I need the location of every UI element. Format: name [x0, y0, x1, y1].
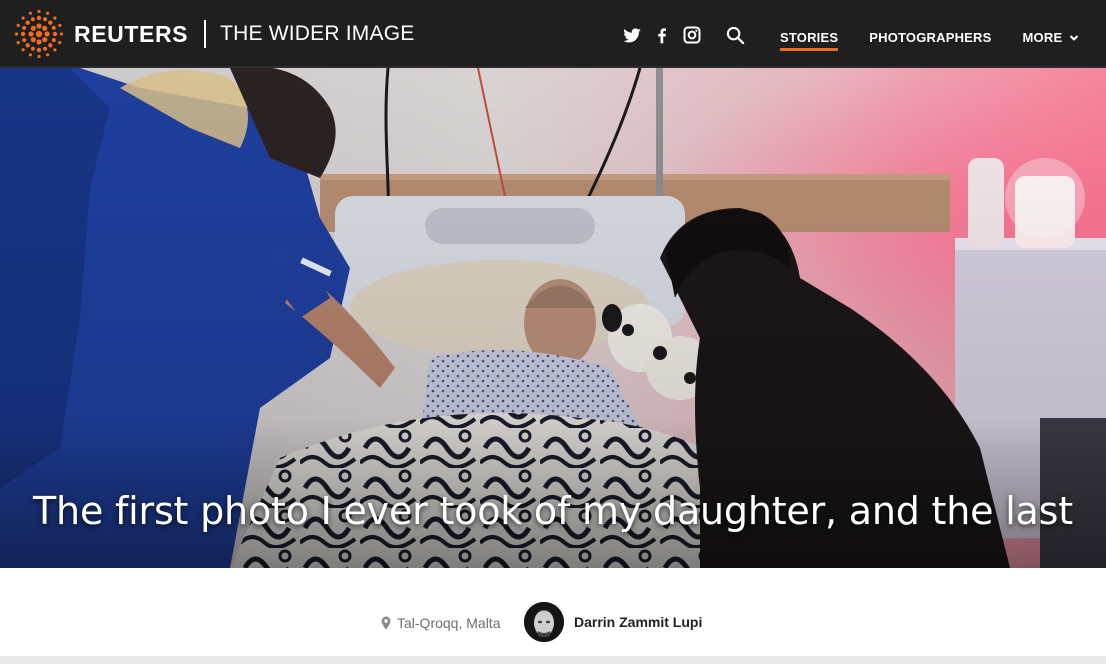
story-title: The first photo I ever took of my daught…	[33, 489, 1073, 533]
story-location: Tal-Qroqq, Malta	[381, 615, 500, 631]
social-links	[622, 25, 702, 45]
author-link[interactable]: Darrin Zammit Lupi	[524, 602, 702, 642]
story-location-label: Tal-Qroqq, Malta	[397, 615, 501, 631]
brand-name: REUTERS	[74, 20, 189, 47]
story-byline: Tal-Qroqq, Malta Darrin Zammit Lupi	[0, 568, 1106, 656]
brand-home-link[interactable]: REUTERS THE WIDER IMAGE	[14, 9, 415, 59]
nav-more[interactable]: MORE	[1023, 30, 1080, 45]
nav-more-label: MORE	[1022, 30, 1063, 45]
search-icon[interactable]	[726, 26, 745, 45]
instagram-icon[interactable]	[682, 25, 702, 45]
chevron-down-icon	[1070, 34, 1079, 41]
facebook-icon[interactable]	[652, 25, 672, 45]
nav-photographers[interactable]: PHOTOGRAPHERS	[869, 30, 991, 45]
nav-stories[interactable]: STORIES	[780, 30, 839, 51]
twitter-icon[interactable]	[622, 25, 642, 45]
author-name: Darrin Zammit Lupi	[574, 614, 703, 630]
top-navigation-bar: REUTERS THE WIDER IMAGE STORIES PHOTOGRA…	[0, 0, 1106, 68]
main-nav: STORIES PHOTOGRAPHERS MORE	[780, 30, 1080, 51]
location-pin-icon	[381, 616, 391, 630]
hero-photo: The first photo I ever took of my daught…	[0, 68, 1106, 568]
author-avatar	[524, 602, 564, 642]
page-bottom-strip	[0, 656, 1106, 664]
reuters-logo-icon	[14, 9, 64, 59]
brand-divider	[204, 20, 207, 48]
section-title: THE WIDER IMAGE	[220, 22, 415, 45]
